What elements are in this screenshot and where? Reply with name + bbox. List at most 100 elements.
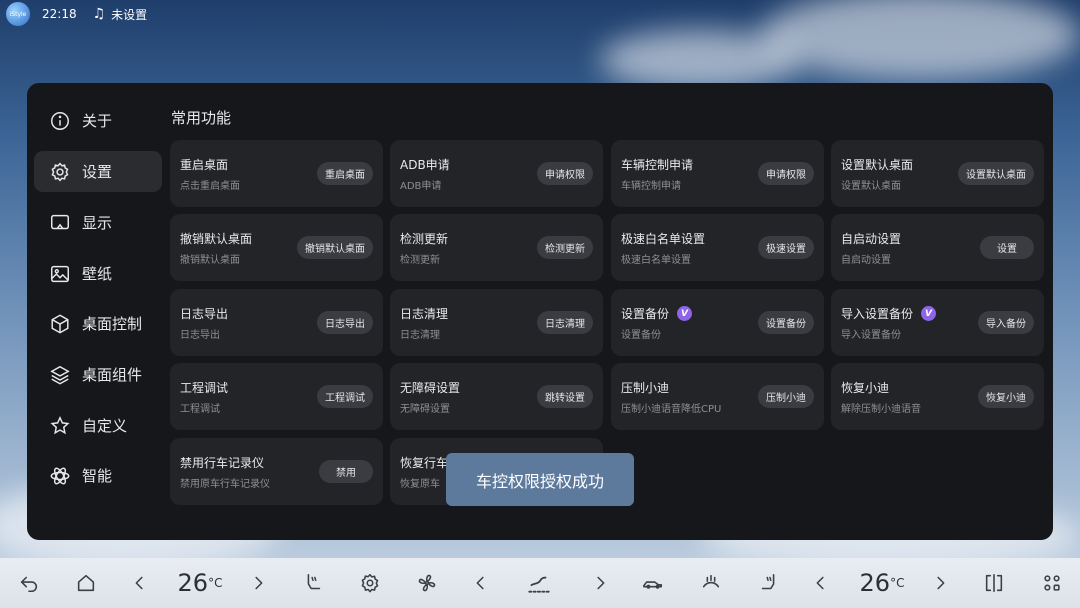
layers-icon: [48, 363, 72, 387]
check-update-button[interactable]: 检测更新: [537, 236, 593, 259]
import-backup-button[interactable]: 导入备份: [978, 311, 1034, 334]
temp-increase-right-icon[interactable]: [929, 558, 951, 608]
card-title: 工程调试: [180, 381, 229, 395]
temperature-value: 26: [177, 569, 209, 597]
nav-item-label: 智能: [82, 467, 113, 485]
restart-desktop-button[interactable]: 重启桌面: [317, 162, 373, 185]
card-subtitle: 导入设置备份: [841, 330, 901, 341]
card-subtitle: 车辆控制申请: [621, 181, 681, 192]
atom-icon: [48, 464, 72, 488]
engineering-debug-button[interactable]: 工程调试: [317, 385, 373, 408]
car-icon[interactable]: [636, 558, 670, 608]
autostart-settings-button[interactable]: 设置: [980, 236, 1034, 259]
app-logo[interactable]: iStyle: [6, 2, 30, 26]
gear-icon: [48, 160, 72, 184]
set-default-desktop-button[interactable]: 设置默认桌面: [958, 162, 1034, 185]
card-title: 撤销默认桌面: [180, 232, 253, 246]
seat-heat-right-icon[interactable]: [756, 558, 782, 608]
card-restore-xiaodi: 恢复小迪 解除压制小迪语音 恢复小迪: [831, 363, 1044, 430]
settings-gear-icon[interactable]: [357, 558, 383, 608]
home-icon[interactable]: [73, 558, 99, 608]
card-title: 检测更新: [400, 232, 449, 246]
disable-dashcam-button[interactable]: 禁用: [319, 460, 373, 483]
card-title: 极速白名单设置: [621, 232, 706, 246]
card-title: 日志清理: [400, 307, 449, 321]
fan-speed-decrease-icon[interactable]: [470, 558, 492, 608]
log-export-button[interactable]: 日志导出: [317, 311, 373, 334]
temp-decrease-right-icon[interactable]: [810, 558, 832, 608]
card-log-export: 日志导出 日志导出 日志导出: [170, 289, 383, 356]
suppress-xiaodi-button[interactable]: 压制小迪: [758, 385, 814, 408]
card-subtitle: 极速白名单设置: [621, 255, 691, 266]
nav-item-label: 桌面组件: [82, 366, 143, 384]
log-cleanup-button[interactable]: 日志清理: [537, 311, 593, 334]
card-title: 压制小迪: [621, 381, 670, 395]
vehicle-control-request-button[interactable]: 申请权限: [758, 162, 814, 185]
vip-badge-icon: V: [921, 306, 937, 321]
fan-speed-increase-icon[interactable]: [589, 558, 611, 608]
toast-message: 车控权限授权成功: [446, 453, 634, 506]
card-title: 恢复小迪: [841, 381, 890, 395]
music-status[interactable]: 未设置: [111, 6, 147, 23]
whitelist-settings-button[interactable]: 极速设置: [758, 236, 814, 259]
clock: 22:18: [42, 7, 77, 21]
card-title: 车辆控制申请: [621, 158, 694, 172]
music-note-icon[interactable]: ♫: [93, 6, 106, 22]
split-screen-icon[interactable]: [981, 558, 1007, 608]
card-subtitle: ADB申请: [400, 181, 442, 192]
card-subtitle: 工程调试: [180, 404, 220, 415]
nav-item-display[interactable]: 显示: [34, 202, 162, 243]
card-title: 日志导出: [180, 307, 229, 321]
card-subtitle: 设置备份: [621, 330, 661, 341]
card-title: ADB申请: [400, 158, 450, 172]
card-title: 无障碍设置: [400, 381, 461, 395]
vip-badge-icon: V: [677, 306, 693, 321]
card-subtitle: 日志导出: [180, 330, 220, 341]
temperature-unit: °C: [208, 576, 223, 590]
card-subtitle: 点击重启桌面: [180, 181, 240, 192]
card-revoke-default-desktop: 撤销默认桌面 撤销默认桌面 撤销默认桌面: [170, 214, 383, 281]
accessibility-settings-button[interactable]: 跳转设置: [537, 385, 593, 408]
card-check-update: 检测更新 检测更新 检测更新: [390, 214, 603, 281]
settings-backup-button[interactable]: 设置备份: [758, 311, 814, 334]
card-import-backup: 导入设置备份 V 导入设置备份 导入备份: [831, 289, 1044, 356]
nav-item-settings[interactable]: 设置: [34, 151, 162, 192]
star-icon: [48, 414, 72, 438]
left-temperature[interactable]: 26 °C: [170, 558, 230, 608]
card-subtitle: 日志清理: [400, 330, 440, 341]
fan-icon[interactable]: [414, 558, 440, 608]
card-accessibility-settings: 无障碍设置 无障碍设置 跳转设置: [390, 363, 603, 430]
card-log-cleanup: 日志清理 日志清理 日志清理: [390, 289, 603, 356]
back-icon[interactable]: [16, 558, 42, 608]
nav-item-smart[interactable]: 智能: [34, 455, 162, 496]
restore-xiaodi-button[interactable]: 恢复小迪: [978, 385, 1034, 408]
airflow-mode-icon[interactable]: [516, 558, 562, 608]
card-subtitle: 撤销默认桌面: [180, 255, 240, 266]
background-cloud: [600, 30, 800, 90]
card-title-text: 导入设置备份: [841, 307, 914, 321]
temp-decrease-left-icon[interactable]: [129, 558, 151, 608]
defrost-icon[interactable]: [698, 558, 724, 608]
card-disable-dashcam: 禁用行车记录仪 禁用原车行车记录仪 禁用: [170, 438, 383, 505]
adb-request-button[interactable]: 申请权限: [537, 162, 593, 185]
card-suppress-xiaodi: 压制小迪 压制小迪语音降低CPU 压制小迪: [611, 363, 824, 430]
temp-increase-left-icon[interactable]: [247, 558, 269, 608]
card-subtitle: 解除压制小迪语音: [841, 404, 921, 415]
right-temperature[interactable]: 26 °C: [852, 558, 912, 608]
nav-item-customize[interactable]: 自定义: [34, 405, 162, 446]
nav-item-label: 显示: [82, 214, 113, 232]
app-grid-icon[interactable]: [1039, 558, 1065, 608]
revoke-default-desktop-button[interactable]: 撤销默认桌面: [297, 236, 373, 259]
nav-item-about[interactable]: 关于: [34, 100, 162, 141]
seat-heat-left-icon[interactable]: [300, 558, 326, 608]
nav-item-desktop-control[interactable]: 桌面控制: [34, 303, 162, 344]
card-restart-desktop: 重启桌面 点击重启桌面 重启桌面: [170, 140, 383, 207]
cube-icon: [48, 312, 72, 336]
card-autostart-settings: 自启动设置 自启动设置 设置: [831, 214, 1044, 281]
card-subtitle: 设置默认桌面: [841, 181, 901, 192]
nav-item-label: 桌面控制: [82, 315, 143, 333]
card-title: 自启动设置: [841, 232, 902, 246]
temperature-unit: °C: [890, 576, 905, 590]
nav-item-desktop-widgets[interactable]: 桌面组件: [34, 354, 162, 395]
nav-item-wallpaper[interactable]: 壁纸: [34, 253, 162, 294]
